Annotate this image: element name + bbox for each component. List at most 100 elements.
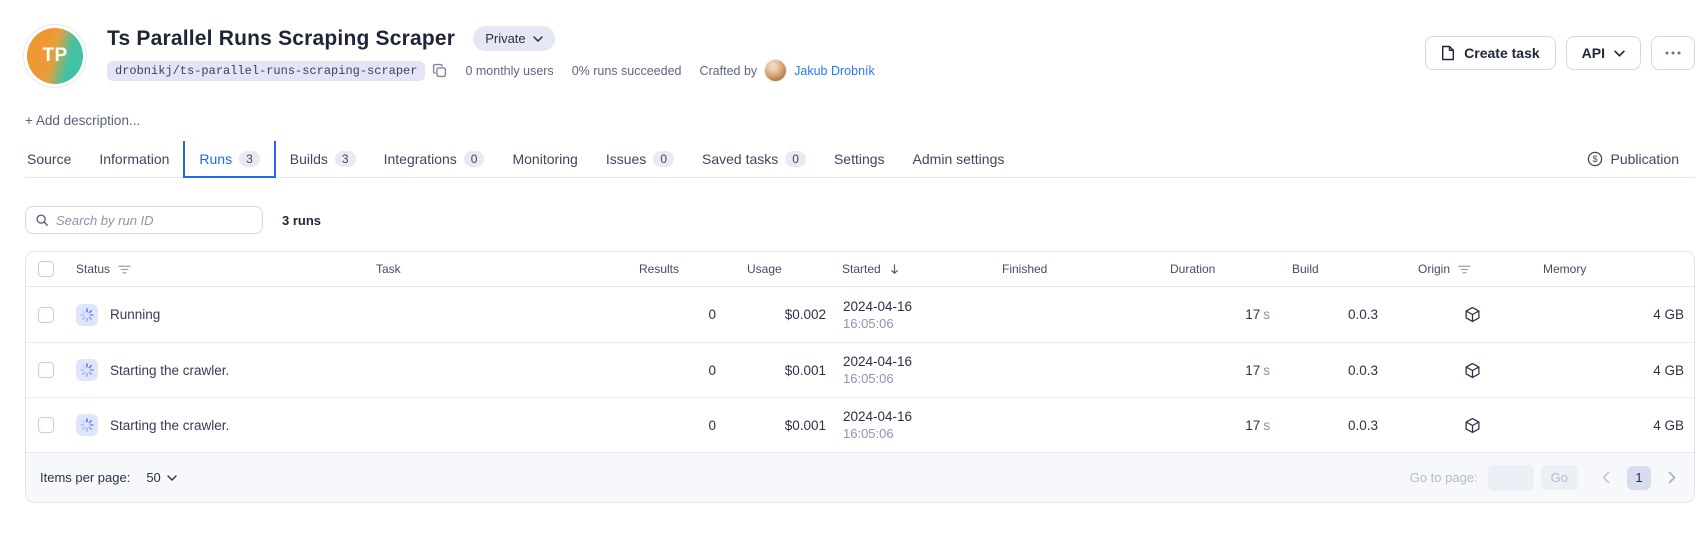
api-dropdown-button[interactable]: API	[1566, 36, 1641, 70]
column-started: Started	[842, 262, 881, 276]
tab-issues[interactable]: Issues 0	[592, 141, 688, 177]
tab-bar: Source Information Runs 3 Builds 3 Integ…	[25, 141, 1695, 178]
spinner-icon	[80, 363, 94, 377]
tab-information[interactable]: Information	[85, 141, 183, 177]
column-origin: Origin	[1418, 262, 1450, 276]
filter-icon[interactable]	[1458, 264, 1471, 275]
row-checkbox[interactable]	[38, 417, 54, 433]
run-memory: 4 GB	[1508, 363, 1694, 378]
run-results: 0	[628, 418, 716, 433]
runs-succeeded: 0% runs succeeded	[572, 64, 682, 78]
ellipsis-icon	[1665, 51, 1681, 55]
crafted-by-label: Crafted by	[699, 64, 757, 78]
tab-settings[interactable]: Settings	[820, 141, 899, 177]
go-to-page-label: Go to page:	[1410, 470, 1478, 485]
tab-integrations[interactable]: Integrations 0	[370, 141, 499, 177]
actor-slug[interactable]: drobnikj/ts-parallel-runs-scraping-scrap…	[107, 61, 425, 81]
search-box	[25, 206, 263, 234]
chevron-right-icon	[1668, 471, 1676, 484]
runs-count-label: 3 runs	[282, 213, 321, 228]
run-duration: 17	[1245, 418, 1260, 433]
go-button[interactable]: Go	[1541, 465, 1578, 490]
chevron-down-icon	[167, 475, 177, 481]
tab-source[interactable]: Source	[25, 141, 85, 177]
tab-integrations-count: 0	[464, 151, 485, 167]
table-row[interactable]: Starting the crawler. 0 $0.001 2024-04-1…	[26, 342, 1694, 397]
chevron-down-icon	[533, 36, 543, 42]
run-usage: $0.002	[716, 307, 826, 322]
run-duration: 17	[1245, 307, 1260, 322]
tab-issues-count: 0	[653, 151, 674, 167]
run-memory: 4 GB	[1508, 418, 1694, 433]
run-started-time: 16:05:06	[843, 425, 986, 442]
search-icon	[35, 213, 49, 227]
row-checkbox[interactable]	[38, 362, 54, 378]
visibility-dropdown[interactable]: Private	[473, 26, 554, 51]
run-duration-unit: s	[1263, 363, 1270, 378]
search-input[interactable]	[56, 213, 253, 228]
copy-button[interactable]	[432, 63, 447, 78]
run-usage: $0.001	[716, 363, 826, 378]
run-status: Starting the crawler.	[110, 363, 229, 378]
filter-icon[interactable]	[118, 264, 131, 275]
chevron-left-icon	[1602, 471, 1610, 484]
go-to-page-input[interactable]	[1488, 465, 1534, 491]
table-header-row: Status Task Results Usage Started Finish…	[26, 252, 1694, 287]
create-task-button[interactable]: Create task	[1425, 36, 1556, 70]
cube-icon	[1464, 362, 1481, 379]
runs-table: Status Task Results Usage Started Finish…	[25, 251, 1695, 503]
run-usage: $0.001	[716, 418, 826, 433]
items-per-page-label: Items per page:	[40, 470, 130, 485]
column-results: Results	[639, 262, 679, 276]
column-memory: Memory	[1543, 262, 1586, 276]
sort-descending-icon[interactable]	[889, 263, 900, 275]
add-description-link[interactable]: + Add description...	[25, 113, 140, 128]
tab-runs-count: 3	[239, 151, 260, 167]
column-task: Task	[376, 262, 401, 276]
spinner-icon	[80, 418, 94, 432]
cube-icon	[1464, 417, 1481, 434]
run-results: 0	[628, 363, 716, 378]
tab-runs[interactable]: Runs 3	[183, 141, 275, 178]
column-finished: Finished	[1002, 262, 1047, 276]
run-started-date: 2024-04-16	[843, 408, 986, 425]
current-page-button[interactable]: 1	[1627, 466, 1651, 490]
select-all-checkbox[interactable]	[38, 261, 54, 277]
column-build: Build	[1292, 262, 1319, 276]
tab-builds[interactable]: Builds 3	[276, 141, 370, 177]
spinner-icon	[80, 308, 94, 322]
monthly-users: 0 monthly users	[465, 64, 553, 78]
tab-admin-settings[interactable]: Admin settings	[899, 141, 1019, 177]
run-memory: 4 GB	[1508, 307, 1694, 322]
run-status: Running	[110, 307, 160, 322]
author-avatar[interactable]	[765, 60, 786, 81]
run-started-date: 2024-04-16	[843, 298, 986, 315]
run-started-time: 16:05:06	[843, 315, 986, 332]
table-row[interactable]: Running 0 $0.002 2024-04-16 16:05:06 17s…	[26, 287, 1694, 342]
cube-icon	[1464, 306, 1481, 323]
author-link[interactable]: Jakub Drobník	[794, 64, 875, 78]
tab-saved-tasks[interactable]: Saved tasks 0	[688, 141, 820, 177]
chevron-down-icon	[1614, 50, 1625, 57]
run-started-time: 16:05:06	[843, 370, 986, 387]
page-title: Ts Parallel Runs Scraping Scraper	[107, 27, 455, 51]
table-row[interactable]: Starting the crawler. 0 $0.001 2024-04-1…	[26, 397, 1694, 452]
publication-button[interactable]: $ Publication	[1587, 141, 1696, 177]
items-per-page-select[interactable]: 50	[146, 470, 176, 485]
previous-page-button[interactable]	[1598, 467, 1614, 488]
actor-header: TP Ts Parallel Runs Scraping Scraper Pri…	[25, 26, 1695, 84]
tab-monitoring[interactable]: Monitoring	[498, 141, 591, 177]
next-page-button[interactable]	[1664, 467, 1680, 488]
svg-text:$: $	[1592, 154, 1597, 164]
more-options-button[interactable]	[1651, 36, 1695, 70]
tab-saved-tasks-count: 0	[785, 151, 806, 167]
tab-builds-count: 3	[335, 151, 356, 167]
row-checkbox[interactable]	[38, 307, 54, 323]
dollar-circle-icon: $	[1587, 151, 1603, 167]
run-status: Starting the crawler.	[110, 418, 229, 433]
run-duration-unit: s	[1263, 418, 1270, 433]
run-duration-unit: s	[1263, 307, 1270, 322]
copy-icon	[432, 63, 447, 78]
run-build: 0.0.3	[1270, 307, 1378, 322]
run-duration: 17	[1245, 363, 1260, 378]
